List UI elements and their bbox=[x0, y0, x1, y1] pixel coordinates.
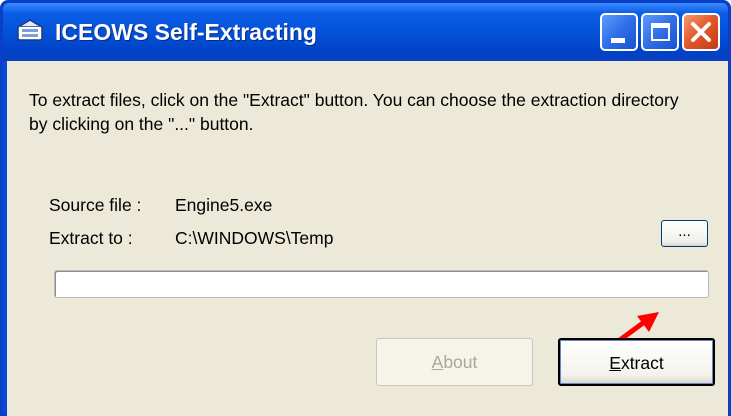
dialog-body: To extract files, click on the "Extract"… bbox=[7, 61, 728, 416]
progress-bar bbox=[54, 270, 709, 298]
extract-button[interactable]: Extract bbox=[558, 338, 715, 386]
extract-accel: E bbox=[609, 353, 621, 373]
source-file-value: Engine5.exe bbox=[175, 195, 273, 215]
close-icon bbox=[691, 22, 711, 42]
close-button[interactable] bbox=[682, 13, 720, 51]
browse-button[interactable]: ... bbox=[661, 220, 708, 247]
maximize-icon bbox=[651, 23, 670, 41]
extract-to-label: Extract to : bbox=[49, 228, 133, 248]
about-label: bout bbox=[443, 352, 478, 372]
app-icon bbox=[17, 19, 43, 41]
about-accel: A bbox=[431, 352, 444, 372]
maximize-button[interactable] bbox=[641, 13, 679, 51]
source-file-label: Source file : bbox=[49, 195, 142, 215]
extract-label: xtract bbox=[620, 353, 664, 373]
extract-to-value: C:\WINDOWS\Temp bbox=[175, 228, 334, 248]
about-button[interactable]: About bbox=[376, 338, 533, 386]
minimize-button[interactable] bbox=[600, 13, 638, 51]
instructions-text: To extract files, click on the "Extract"… bbox=[29, 90, 679, 134]
minimize-icon bbox=[611, 38, 625, 43]
window-title: ICEOWS Self-Extracting bbox=[55, 19, 317, 45]
dialog-window: ICEOWS Self-Extracting To extract files,… bbox=[0, 0, 731, 416]
title-bar[interactable]: ICEOWS Self-Extracting bbox=[3, 3, 728, 61]
